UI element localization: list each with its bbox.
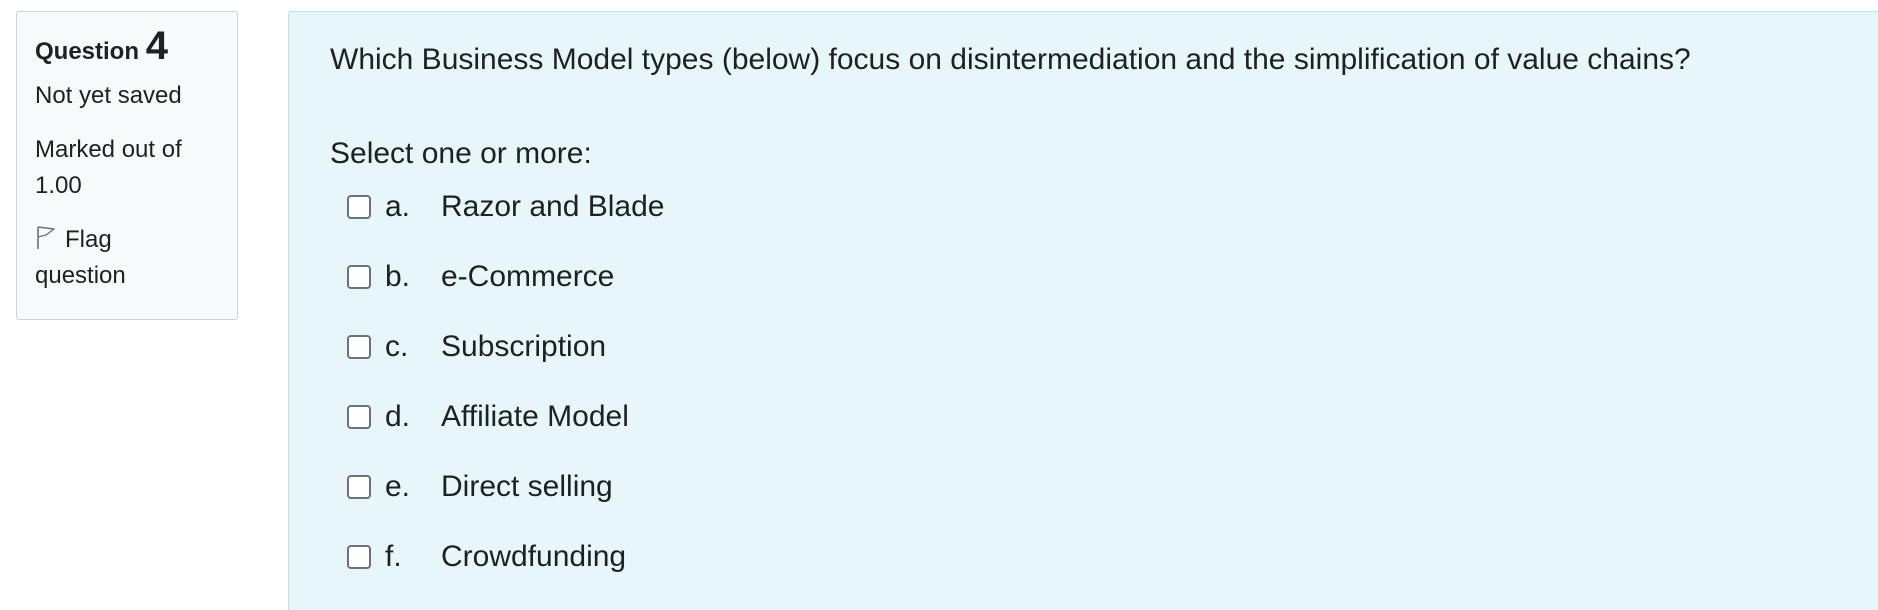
answer-prompt: Select one or more: xyxy=(330,137,592,170)
answer-list: a. Razor and Blade b. e-Commerce c. Subs… xyxy=(347,187,664,607)
answer-label[interactable]: Affiliate Model xyxy=(441,397,629,437)
answer-option-f[interactable]: f. Crowdfunding xyxy=(347,537,664,607)
question-grade: Marked out of 1.00 xyxy=(35,136,182,199)
answer-checkbox[interactable] xyxy=(347,545,371,569)
quiz-page: Question 4 Not yet saved Marked out of 1… xyxy=(0,0,1878,610)
answer-checkbox[interactable] xyxy=(347,335,371,359)
answer-checkbox[interactable] xyxy=(347,195,371,219)
answer-letter: c. xyxy=(385,330,409,363)
question-text: Which Business Model types (below) focus… xyxy=(330,43,1691,76)
answer-checkbox[interactable] xyxy=(347,265,371,289)
answer-letter: a. xyxy=(385,190,411,223)
answer-option-b[interactable]: b. e-Commerce xyxy=(347,257,664,327)
answer-letter: b. xyxy=(385,260,411,293)
answer-letter: d. xyxy=(385,400,411,433)
answer-letter: f. xyxy=(385,540,402,573)
answer-label[interactable]: e-Commerce xyxy=(441,257,614,297)
question-info-panel: Question 4 Not yet saved Marked out of 1… xyxy=(16,11,238,320)
answer-label[interactable]: Crowdfunding xyxy=(441,537,626,577)
question-content-panel: Which Business Model types (below) focus… xyxy=(288,11,1878,610)
question-number: 4 xyxy=(145,24,168,68)
flag-outline-icon xyxy=(35,224,57,250)
question-state: Not yet saved xyxy=(35,82,182,109)
answer-option-a[interactable]: a. Razor and Blade xyxy=(347,187,664,257)
answer-label[interactable]: Razor and Blade xyxy=(441,187,664,227)
answer-option-e[interactable]: e. Direct selling xyxy=(347,467,664,537)
question-label: Question xyxy=(35,38,140,65)
flag-question-link[interactable]: Flag question xyxy=(35,222,205,294)
answer-option-c[interactable]: c. Subscription xyxy=(347,327,664,397)
answer-checkbox[interactable] xyxy=(347,475,371,499)
answer-letter: e. xyxy=(385,470,411,503)
answer-label[interactable]: Subscription xyxy=(441,327,606,367)
answer-label[interactable]: Direct selling xyxy=(441,467,613,507)
answer-checkbox[interactable] xyxy=(347,405,371,429)
answer-option-d[interactable]: d. Affiliate Model xyxy=(347,397,664,467)
question-heading: Question 4 xyxy=(35,26,237,66)
